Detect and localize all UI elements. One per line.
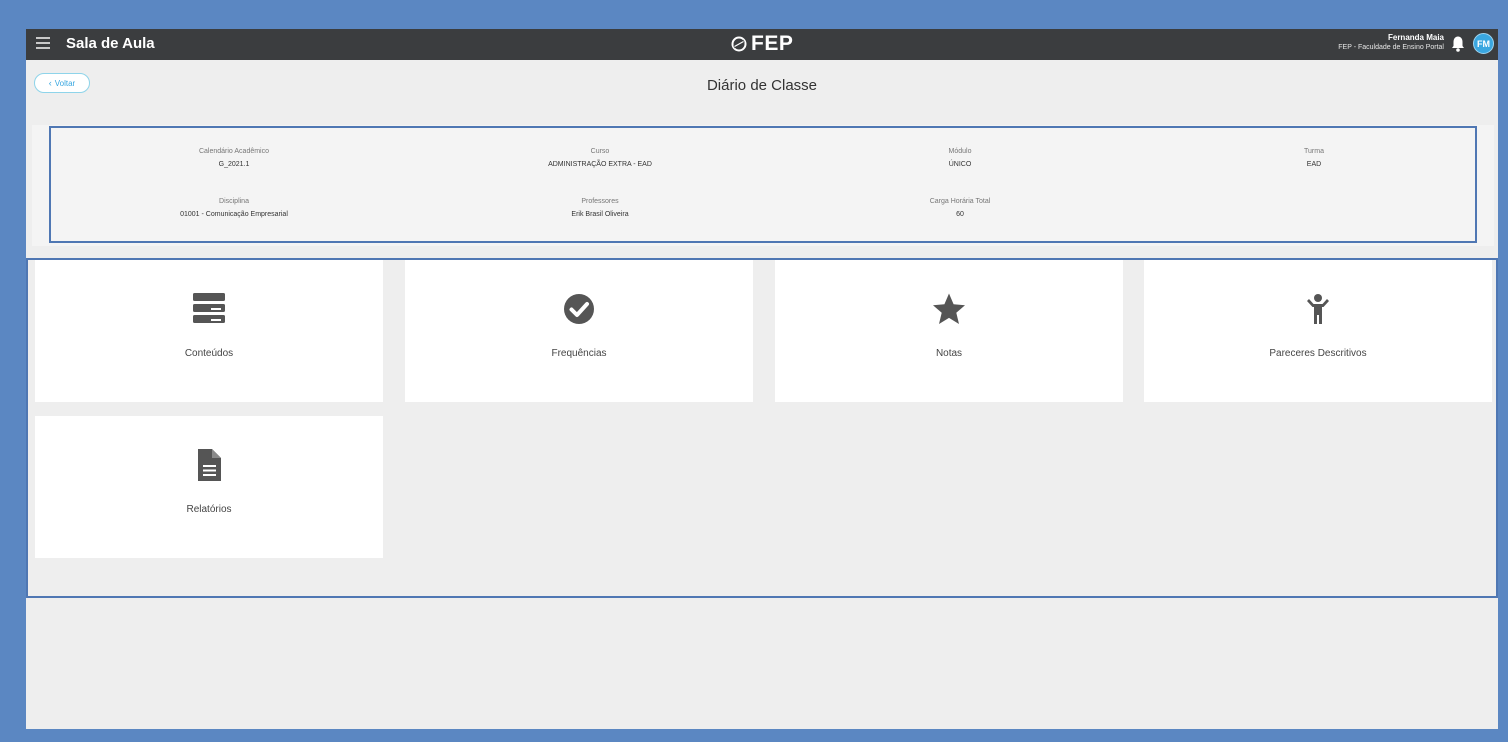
- field-label: Professores: [581, 198, 619, 205]
- logo-mark-icon: [731, 36, 747, 52]
- bell-icon[interactable]: [1450, 35, 1466, 53]
- field-modulo: Módulo ÚNICO: [810, 148, 1110, 168]
- card-label: Frequências: [551, 348, 607, 359]
- field-curso: Curso ADMINISTRAÇÃO EXTRA - EAD: [450, 148, 750, 168]
- star-icon: [775, 292, 1123, 326]
- card-pareceres-descritivos[interactable]: Pareceres Descritivos: [1144, 260, 1492, 402]
- field-value: ÚNICO: [948, 161, 972, 168]
- class-info-panel: Calendário Acadêmico G_2021.1 Curso ADMI…: [49, 126, 1477, 243]
- card-label: Relatórios: [186, 504, 232, 515]
- card-notas[interactable]: Notas: [775, 260, 1123, 402]
- field-value: ADMINISTRAÇÃO EXTRA - EAD: [548, 161, 652, 168]
- app-window: Sala de Aula FEP Fernanda Maia FEP - Fac…: [26, 29, 1498, 729]
- check-circle-icon: [405, 292, 753, 326]
- server-icon: [35, 292, 383, 326]
- field-label: Calendário Acadêmico: [198, 148, 270, 155]
- card-label: Notas: [935, 348, 963, 359]
- field-value: 01001 - Comunicação Empresarial: [180, 211, 288, 218]
- field-disciplina: Disciplina 01001 - Comunicação Empresari…: [84, 198, 384, 218]
- avatar[interactable]: FM: [1473, 33, 1494, 54]
- user-name: Fernanda Maia: [1387, 33, 1444, 42]
- card-label: Pareceres Descritivos: [1269, 348, 1367, 359]
- menu-icon[interactable]: [36, 37, 50, 49]
- field-value: EAD: [1306, 161, 1322, 168]
- field-label: Módulo: [948, 148, 972, 155]
- field-label: Curso: [590, 148, 610, 155]
- card-label: Conteúdos: [184, 348, 234, 359]
- app-title: Sala de Aula: [66, 35, 155, 52]
- field-calendario: Calendário Acadêmico G_2021.1: [84, 148, 384, 168]
- user-organization: FEP - Faculdade de Ensino Portal: [1338, 44, 1444, 51]
- card-conteudos[interactable]: Conteúdos: [35, 260, 383, 402]
- logo: FEP: [731, 31, 793, 57]
- field-value: Erik Brasil Oliveira: [571, 211, 629, 218]
- field-value: G_2021.1: [218, 161, 250, 168]
- logo-text: FEP: [751, 32, 794, 55]
- user-info[interactable]: Fernanda Maia FEP - Faculdade de Ensino …: [1338, 33, 1444, 53]
- field-carga-horaria: Carga Horária Total 60: [810, 198, 1110, 218]
- file-text-icon: [35, 448, 383, 482]
- field-professores: Professores Erik Brasil Oliveira: [450, 198, 750, 218]
- card-relatorios[interactable]: Relatórios: [35, 416, 383, 558]
- page-title: Diário de Classe: [706, 77, 818, 94]
- child-icon: [1144, 292, 1492, 326]
- field-turma: Turma EAD: [1164, 148, 1464, 168]
- field-value: 60: [956, 211, 964, 218]
- top-bar: Sala de Aula FEP Fernanda Maia FEP - Fac…: [26, 29, 1498, 60]
- card-frequencias[interactable]: Frequências: [405, 260, 753, 402]
- field-label: Turma: [1304, 148, 1324, 155]
- field-label: Disciplina: [219, 198, 249, 205]
- field-label: Carga Horária Total: [929, 198, 991, 205]
